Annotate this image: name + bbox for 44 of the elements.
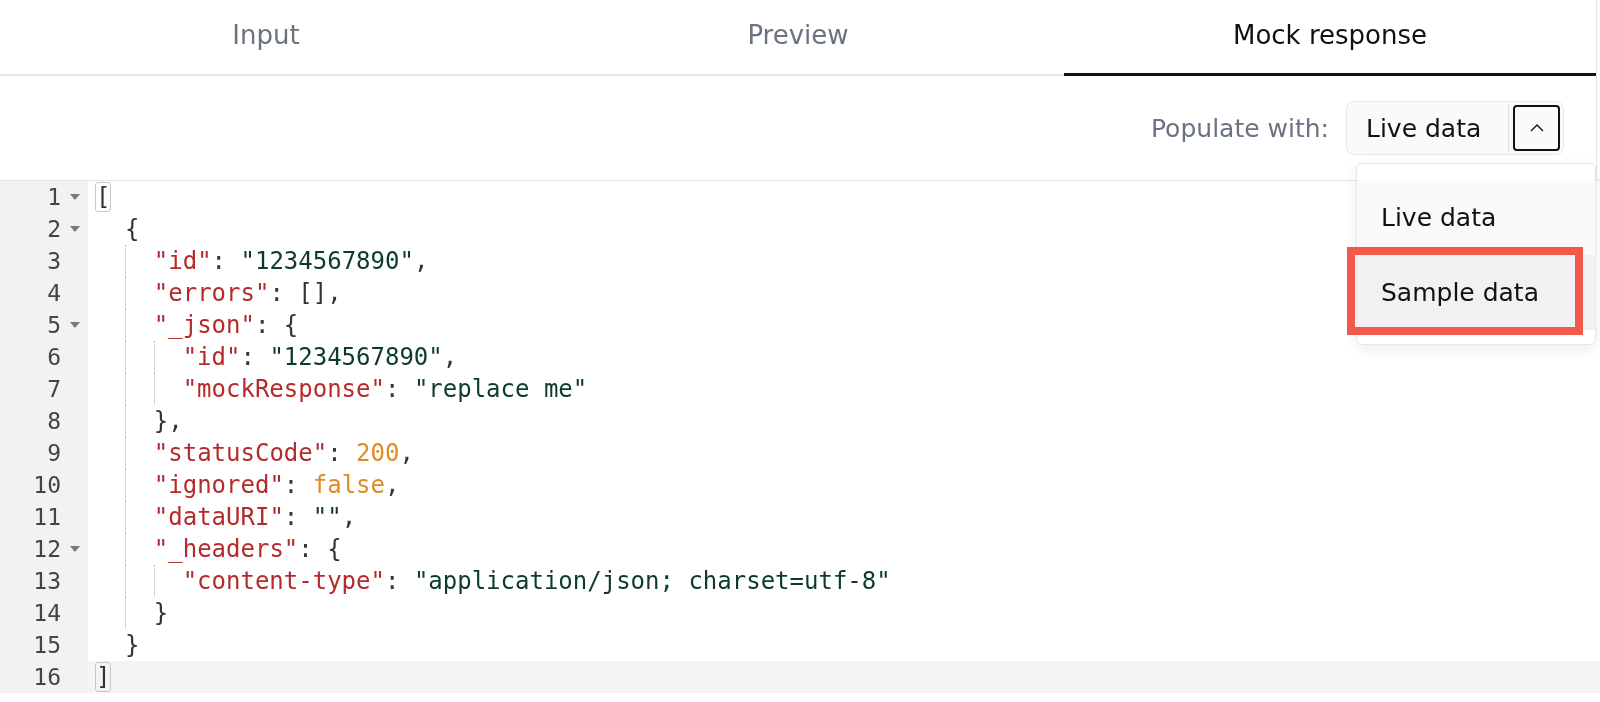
code-line: "dataURI": "",: [153, 503, 357, 531]
code-line: "errors": [],: [153, 279, 342, 307]
code-line: "statusCode": 200,: [153, 439, 414, 467]
code-line: "_headers": {: [153, 535, 342, 563]
fold-caret-icon[interactable]: [70, 322, 80, 328]
tab[interactable]: Preview: [532, 0, 1064, 76]
code-line: "_json": {: [153, 311, 299, 339]
line-number: 2: [47, 215, 61, 244]
line-number: 1: [47, 183, 61, 212]
code-line: },: [153, 407, 183, 435]
populate-label: Populate with:: [1150, 113, 1329, 143]
populate-select[interactable]: Live data: [1346, 101, 1564, 155]
menu-item[interactable]: Sample data: [1357, 255, 1595, 330]
line-number: 10: [33, 471, 61, 500]
code-line: "mockResponse": "replace me": [182, 375, 588, 403]
line-number: 13: [33, 567, 61, 596]
tab[interactable]: Mock response: [1064, 0, 1596, 76]
code-line: }: [124, 631, 140, 659]
fold-caret-icon[interactable]: [70, 546, 80, 552]
code-line: "ignored": false,: [153, 471, 400, 499]
code-line: "id": "1234567890",: [182, 343, 458, 371]
code-line: [: [96, 183, 111, 211]
line-number: 14: [33, 599, 61, 628]
tab[interactable]: Input: [0, 0, 532, 76]
line-number: 16: [33, 663, 61, 692]
code-line: ]: [96, 663, 111, 691]
line-number: 7: [47, 375, 61, 404]
line-number: 5: [47, 311, 61, 340]
line-number: 3: [47, 247, 61, 276]
code-line: {: [124, 215, 140, 243]
line-number: 15: [33, 631, 61, 660]
line-number: 12: [33, 535, 61, 564]
code-line: }: [153, 599, 169, 627]
fold-caret-icon[interactable]: [70, 226, 80, 232]
line-number: 6: [47, 343, 61, 372]
line-number: 9: [47, 439, 61, 468]
line-number: 11: [33, 503, 61, 532]
dropdown-toggle-button[interactable]: [1513, 105, 1560, 151]
line-number: 4: [47, 279, 61, 308]
menu-item[interactable]: Live data: [1357, 180, 1595, 255]
fold-caret-icon[interactable]: [70, 194, 80, 200]
line-number: 8: [47, 407, 61, 436]
code-line: "content-type": "application/json; charset=utf-8": [182, 567, 891, 595]
code-line: "id": "1234567890",: [153, 247, 429, 275]
